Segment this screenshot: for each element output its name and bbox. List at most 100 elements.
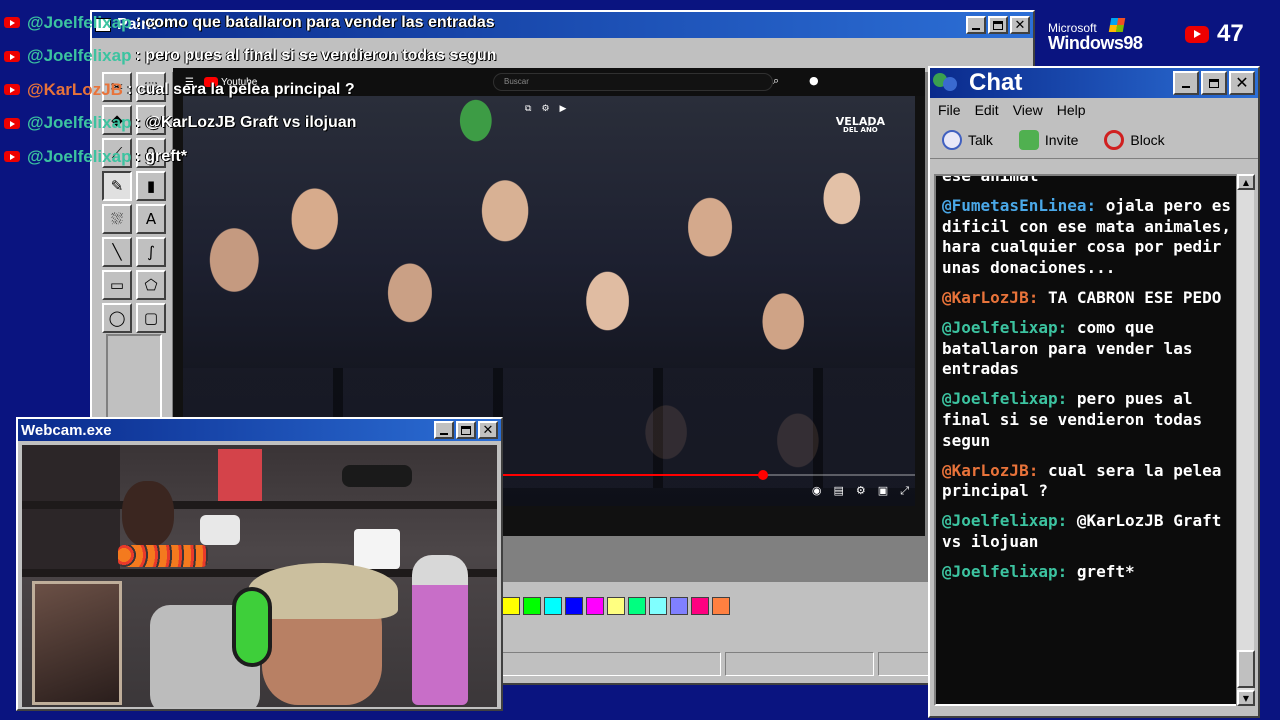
palette-swatch[interactable] — [628, 597, 646, 615]
youtube-search-input[interactable]: Buscar — [493, 73, 773, 91]
overlay-chat-message: @Joelfelixap: pero pues al final si se v… — [4, 40, 496, 74]
menu-file[interactable]: File — [938, 102, 961, 118]
talk-button[interactable]: Talk — [942, 130, 993, 150]
webcam-window: Webcam.exe ✕ — [16, 417, 503, 711]
scroll-down-button[interactable]: ▼ — [1237, 690, 1255, 706]
chat-window: Chat ✕ File Edit View Help Talk Invite B… — [928, 66, 1260, 718]
arrow-up-icon: ▲ — [1242, 177, 1250, 187]
youtube-icon — [4, 151, 20, 163]
play-icon[interactable]: ▶ — [560, 104, 567, 114]
block-button[interactable]: Block — [1104, 130, 1165, 150]
tool-rounded-rect-icon[interactable]: ▢ — [136, 303, 166, 333]
tool-ellipse-icon[interactable]: ◯ — [102, 303, 132, 333]
tool-rectangle-icon[interactable]: ▭ — [102, 270, 132, 300]
palette-swatch[interactable] — [649, 597, 667, 615]
tool-text-icon[interactable]: A — [136, 204, 166, 234]
video-progress-handle[interactable] — [757, 470, 768, 480]
tool-pencil-icon[interactable]: ✎ — [102, 171, 132, 201]
minimize-icon — [440, 433, 448, 435]
palette-swatch[interactable] — [502, 597, 520, 615]
menu-edit[interactable]: Edit — [975, 102, 999, 118]
palette-swatch[interactable] — [523, 597, 541, 615]
tool-line-icon[interactable]: ╲ — [102, 237, 132, 267]
invite-button[interactable]: Invite — [1018, 130, 1078, 150]
maximize-icon — [993, 20, 1003, 30]
overlay-chat-text: : greft* — [135, 147, 188, 165]
chat-message-text: TA CABRON ESE PEDO — [1038, 287, 1222, 307]
menu-help[interactable]: Help — [1057, 102, 1086, 118]
chat-maximize-button[interactable] — [1201, 71, 1227, 95]
viewer-count: 47 — [1185, 20, 1244, 48]
scroll-up-button[interactable]: ▲ — [1237, 174, 1255, 190]
subtitles-icon[interactable]: ▤ — [834, 484, 844, 498]
chat-message-user[interactable]: @Joelfelixap: — [942, 318, 1067, 337]
chat-people-icon — [933, 71, 963, 95]
cam-poster — [218, 449, 262, 501]
tool-airbrush-icon[interactable]: ⛆ — [102, 204, 132, 234]
chat-message-user[interactable]: @KarLozJB: — [942, 461, 1038, 480]
chat-message-user[interactable]: @Joelfelixap: — [942, 562, 1067, 581]
webcam-minimize-button[interactable] — [434, 421, 454, 439]
chat-message-user[interactable]: @FumetasEnLinea: — [942, 196, 1096, 215]
menu-view[interactable]: View — [1013, 102, 1043, 118]
overlay-chat-user: @KarLozJB — [27, 79, 123, 99]
tool-polygon-icon[interactable]: ⬠ — [136, 270, 166, 300]
chat-title: Chat — [969, 69, 1023, 96]
scroll-thumb[interactable] — [1237, 650, 1255, 688]
webcam-close-button[interactable]: ✕ — [478, 421, 498, 439]
maximize-icon — [1209, 78, 1219, 88]
chat-message-user[interactable]: @Joelfelixap: — [942, 511, 1067, 530]
cam-paper-roll — [354, 529, 400, 569]
overlay-chat-user: @Joelfelixap — [27, 46, 132, 66]
palette-swatch[interactable] — [691, 597, 709, 615]
cam-headphone — [232, 587, 272, 667]
chat-close-button[interactable]: ✕ — [1229, 71, 1255, 95]
overlay-chat: @Joelfelixap: como que batallaron para v… — [4, 6, 496, 174]
fullscreen-icon[interactable]: ⤢ — [900, 484, 909, 498]
minimize-icon — [1182, 86, 1190, 88]
tool-brush-icon[interactable]: ▮ — [136, 171, 166, 201]
overlay-chat-user: @Joelfelixap — [27, 113, 132, 133]
cam-shelf — [22, 501, 497, 509]
palette-swatch[interactable] — [712, 597, 730, 615]
chat-message-user[interactable]: @KarLozJB: — [942, 288, 1038, 307]
youtube-icon — [4, 50, 20, 62]
palette-swatch[interactable] — [565, 597, 583, 615]
webcam-title: Webcam.exe — [21, 421, 112, 439]
autoplay-icon[interactable]: ◉ — [812, 484, 822, 498]
webcam-maximize-button[interactable] — [456, 421, 476, 439]
paint-close-button[interactable]: ✕ — [1010, 16, 1030, 34]
chat-scrollbar[interactable]: ▲ ▼ — [1236, 174, 1255, 706]
minimize-icon — [972, 28, 980, 30]
viewer-count-number: 47 — [1217, 20, 1244, 47]
paint-maximize-button[interactable] — [988, 16, 1008, 34]
webcam-titlebar[interactable]: Webcam.exe ✕ — [18, 419, 501, 441]
chat-titlebar[interactable]: Chat ✕ — [930, 68, 1258, 98]
chat-minimize-button[interactable] — [1173, 71, 1199, 95]
chat-message: @KarLozJB: TA CABRON ESE PEDO — [942, 288, 1232, 309]
chat-log[interactable]: ese animal @FumetasEnLinea: ojala pero e… — [934, 174, 1240, 706]
chat-toolbar: Talk Invite Block — [930, 122, 1258, 159]
chat-message-user[interactable]: @Joelfelixap: — [942, 389, 1067, 408]
palette-swatch[interactable] — [670, 597, 688, 615]
copy-icon[interactable]: ⧉ — [525, 104, 531, 114]
microphone-icon[interactable]: ● — [809, 74, 819, 87]
chat-message: @KarLozJB: cual sera la pelea principal … — [942, 461, 1232, 503]
settings-icon[interactable]: ⚙ — [541, 104, 549, 114]
tool-options[interactable] — [106, 334, 162, 424]
youtube-icon — [4, 17, 20, 29]
settings-gear-icon[interactable]: ⚙ — [856, 484, 866, 498]
palette-swatch[interactable] — [544, 597, 562, 615]
paint-minimize-button[interactable] — [966, 16, 986, 34]
overlay-chat-text: : como que batallaron para vender las en… — [135, 13, 495, 31]
tool-curve-icon[interactable]: ∫ — [136, 237, 166, 267]
search-icon[interactable]: ⌕ — [773, 74, 779, 88]
video-progress-bar[interactable] — [503, 470, 915, 480]
youtube-icon — [1185, 25, 1209, 43]
palette-swatch[interactable] — [586, 597, 604, 615]
overlay-chat-text: : pero pues al final si se vendieron tod… — [135, 47, 497, 65]
talk-label: Talk — [968, 132, 993, 148]
palette-swatch[interactable] — [607, 597, 625, 615]
miniplayer-icon[interactable]: ▣ — [878, 484, 888, 498]
maximize-icon — [461, 425, 471, 435]
